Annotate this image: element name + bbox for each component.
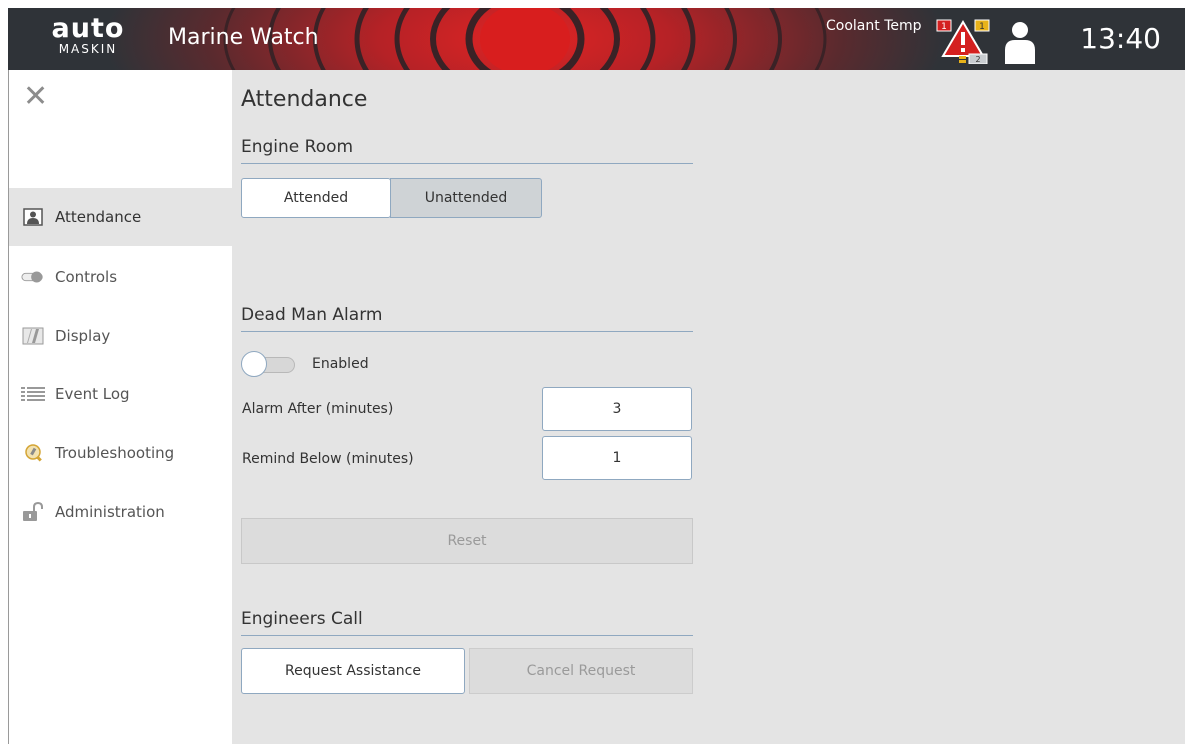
- alarm-warning-icon[interactable]: 1 1 2: [935, 18, 991, 64]
- close-icon[interactable]: ✕: [23, 82, 53, 112]
- reset-button[interactable]: Reset: [241, 518, 693, 564]
- sidebar-item-attendance[interactable]: Attendance: [9, 188, 233, 246]
- sidebar-item-label: Attendance: [55, 208, 142, 226]
- attended-button[interactable]: Attended: [241, 178, 391, 218]
- top-bar: auto MASKIN Marine Watch Coolant Temp 1 …: [8, 8, 1185, 70]
- sidebar-item-event-log[interactable]: Event Log: [9, 365, 233, 423]
- sidebar-item-troubleshooting[interactable]: Troubleshooting: [9, 424, 233, 482]
- remind-below-input[interactable]: [542, 436, 692, 480]
- enabled-label: Enabled: [312, 356, 369, 372]
- alarm-badge-red: 1: [941, 22, 947, 32]
- alarm-after-input[interactable]: [542, 387, 692, 431]
- list-icon: [21, 384, 45, 404]
- sidebar-item-label: Troubleshooting: [55, 444, 175, 462]
- alarm-badge-gray: 2: [975, 55, 980, 64]
- active-alarm-text[interactable]: Coolant Temp: [826, 18, 922, 34]
- wrench-search-icon: [21, 443, 45, 463]
- alarm-badge-yellow: 1: [979, 22, 985, 32]
- cancel-request-button[interactable]: Cancel Request: [469, 648, 693, 694]
- sidebar-item-display[interactable]: Display: [9, 307, 233, 365]
- section-title-engine-room: Engine Room: [241, 137, 693, 164]
- request-assistance-button[interactable]: Request Assistance: [241, 648, 465, 694]
- sidebar: ✕ Attendance Controls Display Event Log …: [8, 70, 233, 744]
- automaskin-logo: auto MASKIN: [48, 13, 128, 64]
- person-icon: [21, 207, 45, 227]
- toggle-icon: [21, 267, 45, 287]
- display-icon: [21, 326, 45, 346]
- app-title: Marine Watch: [168, 25, 319, 50]
- page-title: Attendance: [241, 87, 368, 112]
- sidebar-item-controls[interactable]: Controls: [9, 248, 233, 306]
- enabled-toggle[interactable]: [241, 351, 295, 377]
- sidebar-item-label: Display: [55, 327, 111, 345]
- sidebar-item-administration[interactable]: Administration: [9, 483, 233, 541]
- section-title-dead-man-alarm: Dead Man Alarm: [241, 305, 693, 332]
- logo-sub-text: MASKIN: [58, 42, 118, 56]
- clock: 13:40: [1080, 22, 1161, 55]
- logo-main-text: auto: [51, 13, 125, 44]
- sidebar-item-label: Event Log: [55, 385, 130, 403]
- main-panel: Attendance Engine Room Attended Unattend…: [232, 70, 1185, 744]
- unlocked-icon: [21, 502, 45, 522]
- user-icon[interactable]: [1002, 20, 1038, 64]
- sidebar-item-label: Administration: [55, 503, 165, 521]
- section-title-engineers-call: Engineers Call: [241, 609, 693, 636]
- alarm-after-label: Alarm After (minutes): [242, 401, 394, 417]
- remind-below-label: Remind Below (minutes): [242, 451, 414, 467]
- unattended-button[interactable]: Unattended: [390, 178, 542, 218]
- toggle-knob: [241, 351, 267, 377]
- sidebar-item-label: Controls: [55, 268, 118, 286]
